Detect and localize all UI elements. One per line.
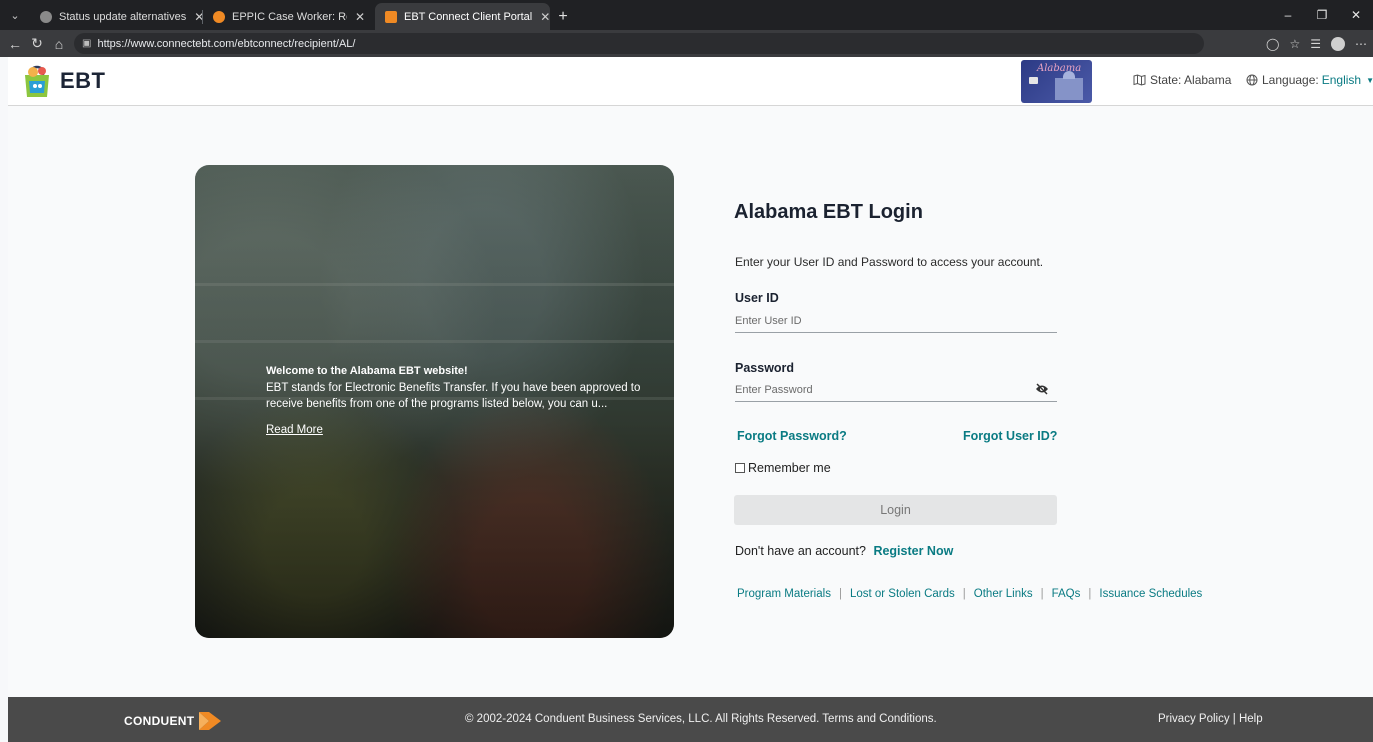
- back-arrow-icon[interactable]: ←: [4, 36, 26, 52]
- map-icon: [1133, 74, 1146, 86]
- globe-favicon-icon: [40, 10, 52, 23]
- link-separator: |: [1040, 588, 1044, 600]
- home-icon[interactable]: ⌂: [48, 36, 70, 52]
- site-header: EBT Alabama State: Alabama Language: Eng…: [8, 57, 1373, 106]
- main-content: Welcome to the Alabama EBT website! EBT …: [8, 106, 1373, 697]
- register-prompt: Don't have an account? Register Now: [735, 544, 953, 558]
- capitol-building-icon: [1055, 71, 1083, 100]
- program-materials-link[interactable]: Program Materials: [737, 588, 831, 600]
- password-input[interactable]: [735, 378, 1057, 402]
- copyright-text: © 2002-2024 Conduent Business Services, …: [465, 713, 937, 725]
- ebt-logo-text: EBT: [60, 68, 106, 93]
- tab-title: Status update alternatives: [59, 10, 187, 23]
- forgot-user-id-link[interactable]: Forgot User ID?: [963, 429, 1057, 443]
- copyright-body: 2002-2024 Conduent Business Services, LL…: [476, 713, 937, 725]
- browser-toolbar: ◯ ☆ ☰ ⋯: [1266, 36, 1373, 51]
- link-separator: |: [1088, 588, 1092, 600]
- favorite-star-icon[interactable]: ☆: [1289, 37, 1300, 51]
- conduent-logo-text: CONDUENT: [124, 714, 195, 728]
- refresh-icon[interactable]: ↻: [26, 35, 48, 52]
- user-id-label: User ID: [735, 291, 779, 305]
- ebt-bag-logo-icon: [25, 65, 49, 97]
- welcome-hero-card: Welcome to the Alabama EBT website! EBT …: [195, 165, 674, 638]
- language-label: Language:: [1262, 73, 1319, 87]
- login-description: Enter your User ID and Password to acces…: [735, 255, 1044, 269]
- help-link[interactable]: Help: [1239, 713, 1263, 725]
- state-selector[interactable]: State: Alabama: [1133, 73, 1231, 87]
- site-info-icon[interactable]: ▣: [82, 38, 91, 49]
- footer-links: Privacy Policy | Help: [1158, 713, 1263, 725]
- conduent-logo: CONDUENT: [124, 710, 223, 732]
- tab-close-icon[interactable]: ✕: [186, 10, 202, 24]
- other-links-link[interactable]: Other Links: [974, 588, 1033, 600]
- minimize-icon[interactable]: –: [1271, 8, 1305, 22]
- eye-slash-icon[interactable]: [1035, 383, 1049, 395]
- globe-icon: [1246, 74, 1258, 86]
- eppic-favicon-icon: [213, 10, 225, 23]
- tab-close-icon[interactable]: ✕: [532, 10, 550, 24]
- close-window-icon[interactable]: ✕: [1339, 8, 1373, 22]
- copyright-symbol-icon: ©: [465, 713, 477, 725]
- tracking-icon[interactable]: ◯: [1266, 37, 1279, 51]
- link-separator: |: [838, 588, 842, 600]
- card-chip-icon: [1029, 77, 1038, 84]
- restore-icon[interactable]: ❐: [1305, 8, 1339, 22]
- hero-text: EBT stands for Electronic Benefits Trans…: [266, 382, 641, 410]
- read-more-link[interactable]: Read More: [266, 424, 323, 436]
- window-controls: – ❐ ✕: [1271, 0, 1373, 30]
- state-label: State: Alabama: [1150, 73, 1232, 87]
- forgot-password-link[interactable]: Forgot Password?: [737, 429, 847, 443]
- tab-close-icon[interactable]: ✕: [347, 10, 365, 24]
- issuance-schedules-link[interactable]: Issuance Schedules: [1099, 588, 1202, 600]
- caret-down-icon: ▼: [1366, 75, 1373, 85]
- conduent-arrow-logo-icon: [199, 712, 222, 730]
- faqs-link[interactable]: FAQs: [1052, 588, 1081, 600]
- alabama-ebt-card-image: Alabama: [1021, 60, 1092, 103]
- language-selector[interactable]: Language: English ▼: [1246, 73, 1373, 87]
- favorites-list-icon[interactable]: ☰: [1310, 37, 1321, 51]
- tab-title: EPPIC Case Worker: Recipient Car: [232, 10, 347, 23]
- browser-tab-status-update[interactable]: Status update alternatives ✕: [30, 3, 202, 30]
- password-label: Password: [735, 361, 795, 375]
- register-now-link[interactable]: Register Now: [873, 544, 953, 558]
- browser-tab-ebt-connect[interactable]: EBT Connect Client Portal ✕: [375, 3, 550, 30]
- no-account-text: Don't have an account?: [735, 544, 866, 558]
- more-menu-icon[interactable]: ⋯: [1355, 37, 1367, 51]
- hero-title: Welcome to the Alabama EBT website!: [266, 365, 468, 377]
- quick-links: Program Materials | Lost or Stolen Cards…: [737, 588, 1202, 600]
- browser-tab-bar: ⌄ Status update alternatives ✕ EPPIC Cas…: [0, 0, 1373, 30]
- privacy-policy-link[interactable]: Privacy Policy: [1158, 713, 1230, 725]
- tab-title: EBT Connect Client Portal: [404, 10, 533, 23]
- remember-me-checkbox[interactable]: Remember me: [735, 461, 831, 475]
- user-id-input[interactable]: [735, 309, 1057, 333]
- tab-list-chevron-icon[interactable]: ⌄: [0, 0, 30, 30]
- checkbox-square-icon[interactable]: [735, 463, 745, 473]
- browser-tab-eppic[interactable]: EPPIC Case Worker: Recipient Car ✕: [203, 3, 375, 30]
- hero-content: Welcome to the Alabama EBT website! EBT …: [266, 365, 646, 438]
- language-value: English: [1321, 73, 1362, 87]
- profile-avatar-icon[interactable]: [1331, 36, 1345, 51]
- site-footer: CONDUENT © 2002-2024 Conduent Business S…: [8, 697, 1373, 742]
- url-field[interactable]: ▣ https://www.connectebt.com/ebtconnect/…: [74, 33, 1204, 54]
- remember-me-label: Remember me: [748, 461, 831, 475]
- card-script-text: Alabama: [1037, 63, 1082, 74]
- login-title: Alabama EBT Login: [734, 201, 923, 223]
- url-text: https://www.connectebt.com/ebtconnect/re…: [97, 37, 356, 50]
- conduent-favicon-icon: [385, 10, 397, 23]
- link-separator: |: [962, 588, 966, 600]
- lost-stolen-cards-link[interactable]: Lost or Stolen Cards: [850, 588, 955, 600]
- new-tab-plus-icon[interactable]: +: [550, 3, 576, 30]
- browser-address-bar: ← ↻ ⌂ ▣ https://www.connectebt.com/ebtco…: [0, 30, 1373, 57]
- login-button[interactable]: Login: [734, 495, 1057, 525]
